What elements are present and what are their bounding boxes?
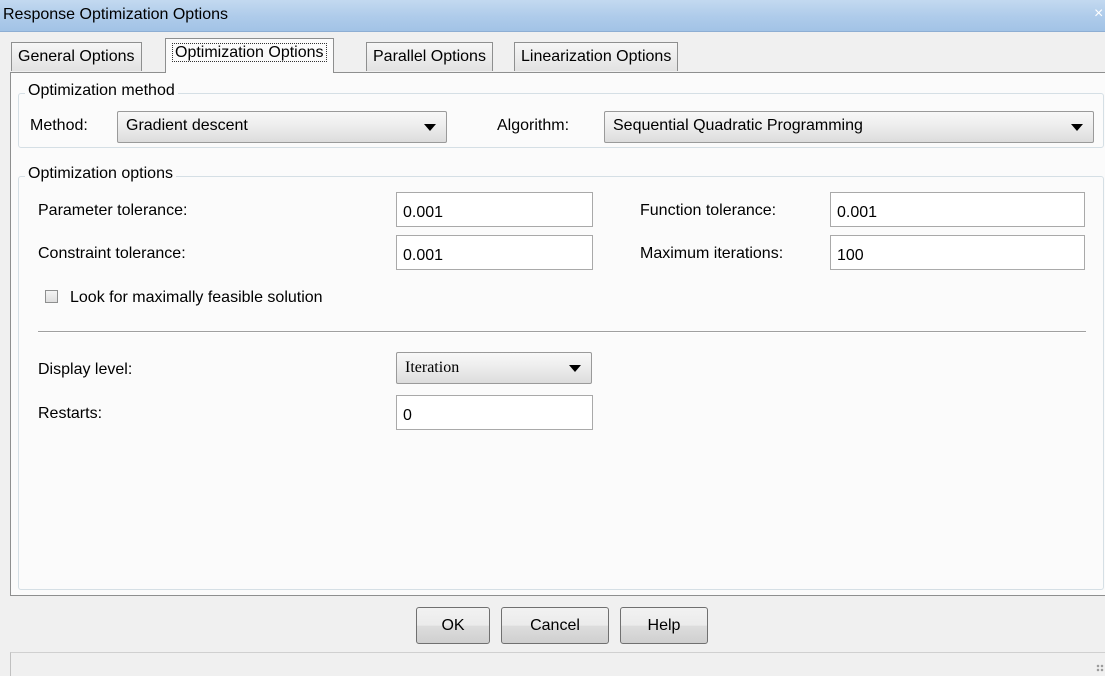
restarts-field[interactable] xyxy=(396,395,593,430)
help-button-label: Help xyxy=(647,617,681,634)
function-tolerance-field[interactable] xyxy=(830,192,1085,227)
optimization-method-legend: Optimization method xyxy=(25,82,178,100)
tab-label: Linearization Options xyxy=(521,48,672,65)
parameter-tolerance-label: Parameter tolerance: xyxy=(38,202,188,219)
maximum-iterations-label: Maximum iterations: xyxy=(640,245,784,262)
maximum-iterations-field[interactable] xyxy=(830,235,1085,270)
display-level-label: Display level: xyxy=(38,361,133,378)
ok-button[interactable]: OK xyxy=(416,607,490,644)
tab-label: Parallel Options xyxy=(373,48,486,65)
tab-label: General Options xyxy=(18,48,135,65)
resize-grip-icon[interactable] xyxy=(1096,664,1104,672)
cancel-button-label: Cancel xyxy=(530,617,580,634)
restarts-label: Restarts: xyxy=(38,405,103,422)
tab-linearization-options[interactable]: Linearization Options xyxy=(514,42,679,71)
method-value: Gradient descent xyxy=(126,117,248,134)
method-label: Method: xyxy=(30,117,88,134)
close-icon[interactable]: × xyxy=(1094,5,1103,23)
parameter-tolerance-field[interactable] xyxy=(396,192,593,227)
constraint-tolerance-label: Constraint tolerance: xyxy=(38,245,186,262)
constraint-tolerance-field[interactable] xyxy=(396,235,593,270)
maximally-feasible-label[interactable]: Look for maximally feasible solution xyxy=(70,289,323,307)
display-level-value: Iteration xyxy=(405,359,460,376)
cancel-button[interactable]: Cancel xyxy=(501,607,609,644)
algorithm-label: Algorithm: xyxy=(497,117,570,134)
chevron-down-icon xyxy=(569,365,581,372)
method-dropdown[interactable]: Gradient descent xyxy=(117,111,447,143)
display-level-dropdown[interactable]: Iteration xyxy=(396,352,592,384)
help-button[interactable]: Help xyxy=(620,607,708,644)
status-bar xyxy=(10,652,1105,676)
tab-parallel-options[interactable]: Parallel Options xyxy=(366,42,493,71)
optimization-options-legend: Optimization options xyxy=(25,165,176,183)
algorithm-value: Sequential Quadratic Programming xyxy=(613,117,863,134)
tab-general-options[interactable]: General Options xyxy=(11,42,142,71)
chevron-down-icon xyxy=(1071,124,1083,131)
ok-button-label: OK xyxy=(441,617,465,634)
tab-label: Optimization Options xyxy=(172,43,327,62)
window-title: Response Optimization Options xyxy=(3,6,228,23)
chevron-down-icon xyxy=(424,124,436,131)
tab-optimization-options[interactable]: Optimization Options xyxy=(165,38,334,73)
separator xyxy=(38,331,1086,333)
maximally-feasible-checkbox[interactable] xyxy=(45,290,58,303)
function-tolerance-label: Function tolerance: xyxy=(640,202,777,219)
algorithm-dropdown[interactable]: Sequential Quadratic Programming xyxy=(604,111,1094,143)
title-bar: Response Optimization Options × xyxy=(0,0,1105,32)
